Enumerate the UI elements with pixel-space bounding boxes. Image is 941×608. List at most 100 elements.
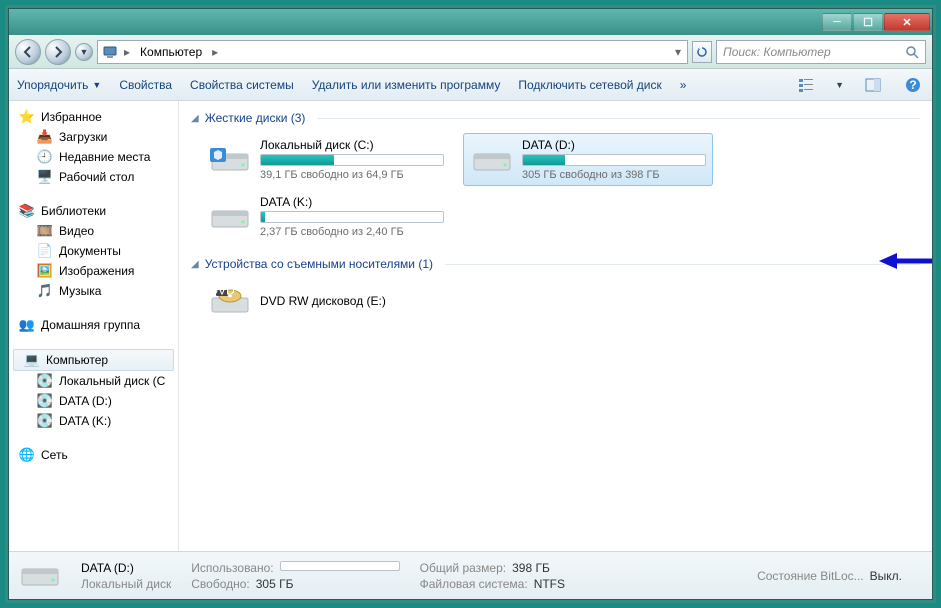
- bitlocker-label: Состояние BitLoc...: [757, 569, 864, 583]
- dvd-drive[interactable]: DVD DVD RW дисковод (E:): [201, 279, 451, 325]
- document-icon: 📄: [37, 243, 53, 259]
- sidebar-libraries[interactable]: 📚Библиотеки: [9, 201, 178, 221]
- drive-icon: 💽: [37, 373, 53, 389]
- drive-label: DVD RW дисковод (E:): [260, 294, 444, 308]
- title-bar[interactable]: ─ ☐ ✕: [9, 9, 932, 35]
- chevron-down-icon: ▼: [92, 80, 101, 90]
- drive-item[interactable]: Локальный диск (C:) 39,1 ГБ свободно из 6…: [201, 133, 451, 186]
- sidebar-item-pictures[interactable]: 🖼️Изображения: [9, 261, 178, 281]
- breadcrumb-sep-icon: ▸: [210, 45, 220, 59]
- network-icon: 🌐: [19, 447, 35, 463]
- address-bar[interactable]: ▸ Компьютер ▸ ▾: [97, 40, 688, 64]
- sidebar-item-downloads[interactable]: 📥Загрузки: [9, 127, 178, 147]
- used-bar: [280, 561, 400, 571]
- free-label: Свободно:: [191, 577, 250, 591]
- breadcrumb-sep-icon: ▸: [122, 45, 132, 59]
- close-button[interactable]: ✕: [884, 13, 930, 31]
- drive-free-text: 39,1 ГБ свободно из 64,9 ГБ: [260, 169, 444, 181]
- forward-button[interactable]: [45, 39, 71, 65]
- chevron-down-icon[interactable]: ▼: [835, 80, 844, 90]
- sidebar-item-desktop[interactable]: 🖥️Рабочий стол: [9, 167, 178, 187]
- drive-label: DATA (K:): [260, 195, 444, 209]
- nav-bar: ▼ ▸ Компьютер ▸ ▾ Поиск: Компьютер: [9, 35, 932, 69]
- content-pane: ◢ Жесткие диски (3) Локальный диск (C:) 3…: [179, 101, 932, 551]
- drive-item[interactable]: DATA (K:) 2,37 ГБ свободно из 2,40 ГБ: [201, 190, 451, 243]
- toolbar-overflow[interactable]: »: [680, 78, 687, 92]
- sidebar-item-drive-d[interactable]: 💽DATA (D:): [9, 391, 178, 411]
- star-icon: ⭐: [19, 109, 35, 125]
- desktop-icon: 🖥️: [37, 169, 53, 185]
- properties-button[interactable]: Свойства: [119, 78, 172, 92]
- details-pane: DATA (D:) Локальный диск Использовано: С…: [9, 551, 932, 599]
- sidebar-item-documents[interactable]: 📄Документы: [9, 241, 178, 261]
- drive-free-text: 2,37 ГБ свободно из 2,40 ГБ: [260, 226, 444, 238]
- status-drive-name: DATA (D:): [81, 561, 134, 575]
- collapse-icon: ◢: [191, 113, 199, 124]
- drive-icon: 💽: [37, 393, 53, 409]
- sidebar-item-drive-k[interactable]: 💽DATA (K:): [9, 411, 178, 431]
- drive-icon: [470, 142, 514, 178]
- drive-label: Локальный диск (C:): [260, 138, 444, 152]
- library-icon: 📚: [19, 203, 35, 219]
- system-properties-button[interactable]: Свойства системы: [190, 78, 294, 92]
- dvd-icon: DVD: [208, 284, 252, 320]
- map-drive-button[interactable]: Подключить сетевой диск: [518, 78, 661, 92]
- refresh-button[interactable]: [692, 41, 712, 63]
- drive-usage-bar: [260, 211, 444, 223]
- recent-icon: 🕘: [37, 149, 53, 165]
- svg-text:DVD: DVD: [209, 284, 235, 298]
- drive-usage-bar: [260, 154, 444, 166]
- video-icon: 🎞️: [37, 223, 53, 239]
- fs-label: Файловая система:: [420, 577, 528, 591]
- help-button[interactable]: ?: [902, 74, 924, 96]
- category-removable[interactable]: ◢ Устройства со съемными носителями (1): [191, 257, 920, 271]
- command-bar: Упорядочить ▼ Свойства Свойства системы …: [9, 69, 932, 101]
- annotation-arrow: [879, 251, 932, 271]
- fs-value: NTFS: [534, 577, 565, 591]
- maximize-button[interactable]: ☐: [853, 13, 883, 31]
- svg-text:?: ?: [909, 78, 916, 92]
- sidebar-item-videos[interactable]: 🎞️Видео: [9, 221, 178, 241]
- removable-list: DVD DVD RW дисковод (E:): [201, 279, 920, 325]
- body: ⭐Избранное 📥Загрузки 🕘Недавние места 🖥️Р…: [9, 101, 932, 551]
- organize-menu[interactable]: Упорядочить ▼: [17, 78, 101, 92]
- computer-icon: [102, 44, 118, 60]
- drive-item[interactable]: DATA (D:)305 ГБ свободно из 398 ГБ: [463, 133, 713, 186]
- address-dropdown-icon[interactable]: ▾: [673, 45, 683, 59]
- drive-icon: 💽: [37, 413, 53, 429]
- explorer-window: ─ ☐ ✕ ▼ ▸ Компьютер ▸ ▾ Поиск: Компьютер: [8, 8, 933, 600]
- search-icon: [905, 45, 919, 59]
- navigation-pane: ⭐Избранное 📥Загрузки 🕘Недавние места 🖥️Р…: [9, 101, 179, 551]
- collapse-icon: ◢: [191, 259, 199, 270]
- status-drive-type: Локальный диск: [81, 577, 171, 591]
- sidebar-item-drive-c[interactable]: 💽Локальный диск (C: [9, 371, 178, 391]
- drives-list: Локальный диск (C:) 39,1 ГБ свободно из 6…: [201, 133, 920, 243]
- sidebar-homegroup[interactable]: 👥Домашняя группа: [9, 315, 178, 335]
- drive-usage-bar: [522, 154, 706, 166]
- search-placeholder: Поиск: Компьютер: [723, 45, 831, 59]
- bitlocker-value: Выкл.: [870, 569, 902, 583]
- uninstall-button[interactable]: Удалить или изменить программу: [312, 78, 501, 92]
- drive-icon: [19, 559, 61, 593]
- sidebar-network[interactable]: 🌐Сеть: [9, 445, 178, 465]
- download-icon: 📥: [37, 129, 53, 145]
- breadcrumb-computer[interactable]: Компьютер: [136, 43, 206, 61]
- sidebar-favorites[interactable]: ⭐Избранное: [9, 107, 178, 127]
- drive-label: DATA (D:): [522, 138, 706, 152]
- recent-dropdown[interactable]: ▼: [75, 43, 93, 61]
- category-hard-drives[interactable]: ◢ Жесткие диски (3): [191, 111, 920, 125]
- minimize-button[interactable]: ─: [822, 13, 852, 31]
- sidebar-item-music[interactable]: 🎵Музыка: [9, 281, 178, 301]
- back-button[interactable]: [15, 39, 41, 65]
- picture-icon: 🖼️: [37, 263, 53, 279]
- music-icon: 🎵: [37, 283, 53, 299]
- search-input[interactable]: Поиск: Компьютер: [716, 40, 926, 64]
- sidebar-computer[interactable]: 💻Компьютер: [13, 349, 174, 371]
- used-label: Использовано:: [191, 561, 273, 575]
- computer-icon: 💻: [24, 352, 40, 368]
- sidebar-item-recent[interactable]: 🕘Недавние места: [9, 147, 178, 167]
- view-options-button[interactable]: [795, 74, 817, 96]
- preview-pane-button[interactable]: [862, 74, 884, 96]
- free-value: 305 ГБ: [256, 577, 294, 591]
- drive-icon: [208, 199, 252, 235]
